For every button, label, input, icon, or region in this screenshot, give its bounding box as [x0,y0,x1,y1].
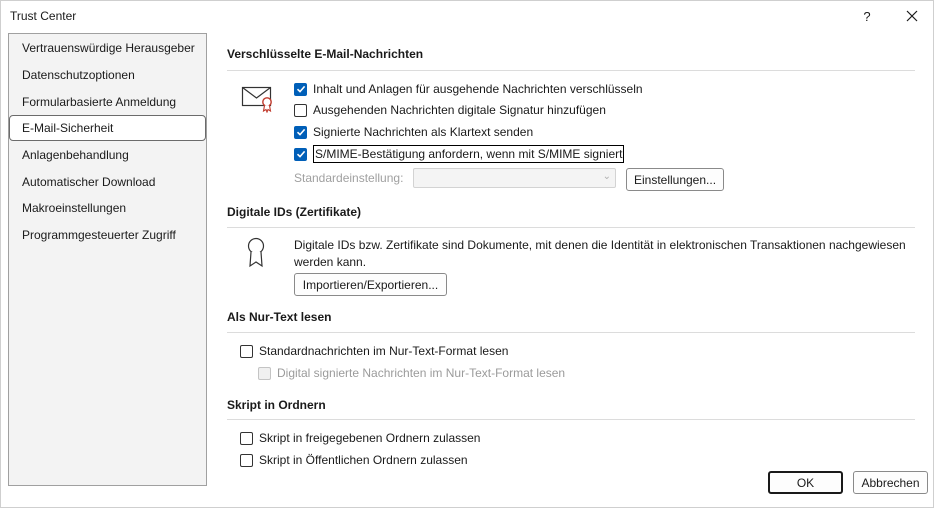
section-title-encrypted: Verschlüsselte E-Mail-Nachrichten [227,47,424,61]
section-divider [227,227,915,228]
option-encrypt-content[interactable]: Inhalt und Anlagen für ausgehende Nachri… [294,80,643,98]
option-script-public-folders[interactable]: Skript in Öffentlichen Ordnern zulassen [240,451,468,469]
option-label: Signierte Nachrichten als Klartext sende… [313,125,534,139]
chevron-down-icon: ⌄ [602,171,611,182]
button-label: Importieren/Exportieren... [302,277,439,292]
trust-center-dialog: Trust Center ? Vertrauenswürdige Herausg… [0,0,934,508]
sidebar-item-programmatic-access[interactable]: Programmgesteuerter Zugriff [9,222,206,248]
checkbox-unchecked-icon[interactable] [294,103,307,117]
checkbox-unchecked-icon[interactable] [240,453,253,467]
option-label: Skript in Öffentlichen Ordnern zulassen [259,453,468,467]
section-title-plain-text: Als Nur-Text lesen [227,310,332,324]
section-title-digital-ids: Digitale IDs (Zertifikate) [227,205,362,219]
section-divider [227,332,915,333]
title-bar: Trust Center ? [1,1,933,31]
button-label: OK [796,475,815,490]
option-label: S/MIME-Bestätigung anfordern, wenn mit S… [313,145,625,163]
option-cleartext-signed[interactable]: Signierte Nachrichten als Klartext sende… [294,123,533,141]
settings-button[interactable]: Einstellungen... [626,168,724,191]
option-read-signed-plain-text[interactable]: Digital signierte Nachrichten im Nur-Tex… [258,364,565,382]
sidebar-item-privacy-options[interactable]: Datenschutzoptionen [9,62,206,88]
section-title-script-folders: Skript in Ordnern [227,398,326,412]
sidebar-item-email-security[interactable]: E-Mail-Sicherheit [9,115,206,141]
option-read-plain-text[interactable]: Standardnachrichten im Nur-Text-Format l… [240,342,508,360]
button-label: Abbrechen [861,475,920,490]
checkbox-checked-icon[interactable] [294,125,307,139]
sidebar-item-form-based-signin[interactable]: Formularbasierte Anmeldung [9,89,206,115]
option-label: Digital signierte Nachrichten im Nur-Tex… [277,366,566,380]
cancel-button[interactable]: Abbrechen [853,471,928,494]
certificate-ribbon-icon [247,237,265,268]
checkbox-disabled-icon[interactable] [258,366,271,380]
checkbox-checked-icon[interactable] [294,147,307,161]
close-icon [906,10,918,22]
sidebar-nav: Vertrauenswürdige Herausgeber Datenschut… [8,33,207,486]
envelope-certificate-icon [241,86,272,113]
default-setting-select[interactable]: ⌄ [413,168,616,188]
help-button[interactable]: ? [852,5,882,27]
option-label: Standardnachrichten im Nur-Text-Format l… [259,344,509,358]
ok-button[interactable]: OK [768,471,843,494]
sidebar-item-macro-settings[interactable]: Makroeinstellungen [9,195,206,221]
button-label: Einstellungen... [633,172,717,187]
section-divider [227,70,915,71]
option-label: Inhalt und Anlagen für ausgehende Nachri… [313,82,643,96]
checkbox-unchecked-icon[interactable] [240,431,253,445]
option-smime-receipt[interactable]: S/MIME-Bestätigung anfordern, wenn mit S… [294,145,625,163]
sidebar-item-trusted-publishers[interactable]: Vertrauenswürdige Herausgeber [9,35,206,61]
sidebar-item-automatic-download[interactable]: Automatischer Download [9,169,206,195]
checkbox-unchecked-icon[interactable] [240,344,253,358]
window-title: Trust Center [10,9,77,23]
default-setting-label: Standardeinstellung: [294,171,404,185]
option-label: Skript in freigegebenen Ordnern zulassen [259,431,481,445]
option-label: Ausgehenden Nachrichten digitale Signatu… [313,103,606,117]
section-divider [227,419,915,420]
digital-ids-description: Digitale IDs bzw. Zertifikate sind Dokum… [294,238,906,269]
checkbox-checked-icon[interactable] [294,82,307,96]
option-add-signature[interactable]: Ausgehenden Nachrichten digitale Signatu… [294,101,606,119]
import-export-button[interactable]: Importieren/Exportieren... [294,273,447,296]
close-button[interactable] [897,5,927,27]
help-icon: ? [863,8,871,24]
sidebar-item-attachment-handling[interactable]: Anlagenbehandlung [9,142,206,168]
option-script-shared-folders[interactable]: Skript in freigegebenen Ordnern zulassen [240,429,480,447]
